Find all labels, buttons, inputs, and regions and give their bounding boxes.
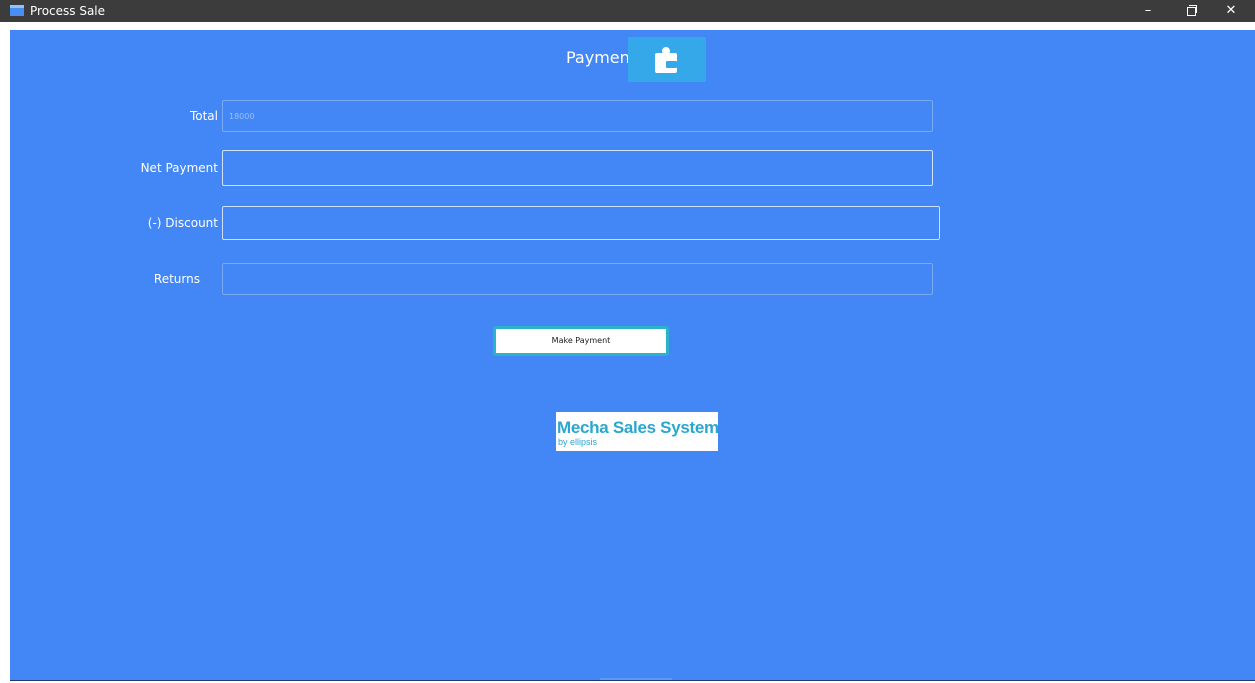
brand-logo: Mecha Sales System by ellipsis: [556, 412, 719, 451]
net-payment-label: Net Payment: [140, 161, 218, 175]
close-button[interactable]: ✕: [1214, 0, 1248, 22]
wallet-icon: [628, 37, 706, 82]
net-payment-field[interactable]: [222, 150, 933, 186]
page-title: Payment: [566, 48, 637, 67]
app-icon: [10, 5, 24, 16]
discount-label: (-) Discount: [147, 216, 218, 230]
returns-label: Returns: [153, 272, 200, 286]
payment-panel: Payment Total Net Payment (-) Discount R…: [10, 30, 1255, 680]
restore-button[interactable]: [1174, 0, 1208, 22]
total-field[interactable]: [222, 100, 933, 132]
process-sale-window: Process Sale – ✕ Payment Total Net Payme…: [0, 0, 1255, 683]
minimize-button[interactable]: –: [1131, 0, 1165, 22]
logo-subtitle: by ellipsis: [558, 437, 598, 447]
discount-field[interactable]: [222, 206, 940, 240]
returns-field[interactable]: [222, 263, 933, 295]
window-bottom-edge: [10, 680, 1255, 681]
restore-icon: [1187, 7, 1196, 16]
logo-title: Mecha Sales System: [557, 418, 719, 437]
title-bar: Process Sale – ✕: [0, 0, 1255, 22]
make-payment-button[interactable]: Make Payment: [493, 326, 669, 356]
wallet-clasp: [666, 61, 677, 68]
window-title: Process Sale: [30, 4, 106, 18]
total-label: Total: [189, 109, 218, 123]
